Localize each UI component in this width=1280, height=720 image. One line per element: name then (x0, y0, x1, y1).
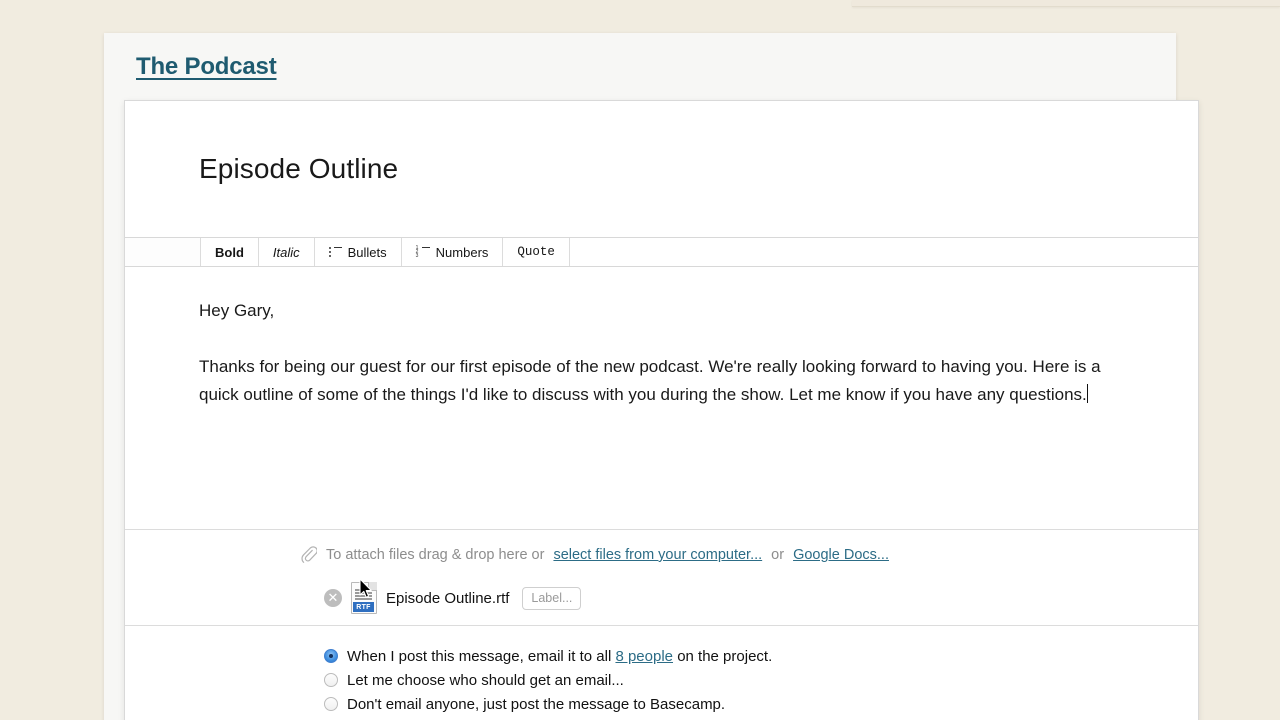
toolbar-quote-label: Quote (517, 245, 555, 259)
select-files-link[interactable]: select files from your computer... (553, 547, 762, 563)
toolbar-numbers-label: Numbers (435, 244, 489, 260)
notify-option-email-all[interactable]: When I post this message, email it to al… (125, 644, 1198, 668)
people-count-link[interactable]: 8 people (615, 648, 673, 665)
message-body-editor[interactable]: Hey Gary, Thanks for being our guest for… (125, 267, 1198, 529)
top-chrome-sliver (852, 0, 1280, 7)
file-label-button[interactable]: Label... (522, 586, 582, 610)
notify-text-before: When I post this message, email it to al… (347, 647, 612, 665)
attachment-dropzone[interactable]: To attach files drag & drop here or sele… (125, 529, 1198, 625)
attached-file-row: ✕ RTF Episode Outline.rtf Label... (125, 582, 1198, 614)
toolbar-italic-button[interactable]: Italic (258, 238, 315, 266)
toolbar-bullets-button[interactable]: Bullets (314, 238, 402, 266)
project-title-link[interactable]: The Podcast (136, 53, 277, 81)
notify-option-label: Don't email anyone, just post the messag… (347, 695, 726, 713)
toolbar-italic-label: Italic (272, 244, 300, 260)
subject-row: Episode Outline (125, 101, 1198, 237)
numbered-list-icon: 123 (416, 245, 430, 258)
radio-button[interactable] (324, 649, 338, 663)
radio-button[interactable] (324, 697, 338, 711)
toolbar-bold-button[interactable]: Bold (201, 238, 259, 266)
message-subject[interactable]: Episode Outline (199, 153, 398, 185)
rtf-file-icon: RTF (351, 582, 377, 614)
screen: The Podcast Episode Outline Bold Italic … (0, 0, 1280, 720)
toolbar-right-spacer (569, 238, 1198, 266)
notify-option-label: When I post this message, email it to al… (347, 648, 772, 665)
toolbar-bullets-label: Bullets (347, 244, 387, 260)
google-docs-link[interactable]: Google Docs... (793, 547, 889, 563)
text-caret (1086, 384, 1088, 403)
paperclip-icon (301, 546, 317, 563)
formatting-toolbar: Bold Italic Bullets 123 Numbers Quote (125, 237, 1198, 267)
notification-options: When I post this message, email it to al… (125, 625, 1198, 716)
attached-file-name[interactable]: Episode Outline.rtf (386, 590, 509, 607)
body-paragraph-text: Thanks for being our guest for our first… (199, 357, 1101, 404)
notify-option-label: Let me choose who should get an email... (347, 671, 624, 689)
attachment-hint-or: or (771, 547, 785, 563)
notify-option-choose[interactable]: Let me choose who should get an email... (125, 668, 1198, 692)
toolbar-numbers-button[interactable]: 123 Numbers (401, 238, 504, 266)
toolbar-bold-label: Bold (215, 244, 244, 260)
bullet-list-icon (328, 246, 342, 258)
toolbar-left-spacer (125, 238, 201, 266)
message-composer-card: Episode Outline Bold Italic Bullets 123 (124, 100, 1199, 720)
attachment-hint: To attach files drag & drop here or sele… (125, 546, 1198, 564)
file-type-badge: RTF (353, 602, 374, 612)
attachment-hint-text: To attach files drag & drop here or (326, 547, 545, 563)
radio-button[interactable] (324, 673, 338, 687)
close-circle-icon[interactable]: ✕ (324, 589, 342, 607)
notify-text-after: on the project. (677, 647, 773, 665)
body-paragraph: Hey Gary, (199, 301, 275, 320)
body-paragraph: Thanks for being our guest for our first… (199, 353, 1124, 409)
notify-option-none[interactable]: Don't email anyone, just post the messag… (125, 692, 1198, 716)
toolbar-quote-button[interactable]: Quote (503, 238, 570, 266)
